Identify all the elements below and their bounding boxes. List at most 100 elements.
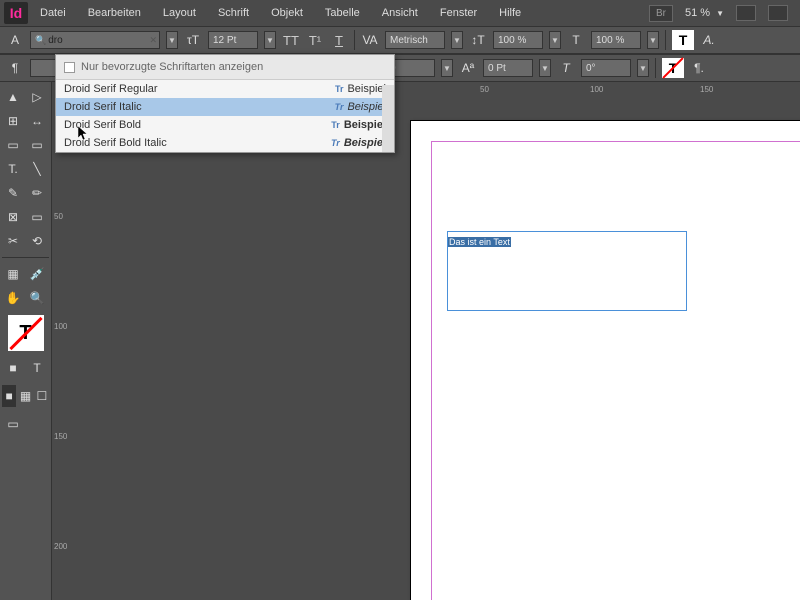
selection-tool[interactable]: ▲ [2,86,24,108]
screen-mode-icon[interactable] [736,5,756,21]
baseline-dropdown[interactable]: ▼ [539,59,551,77]
vertical-ruler: 50 100 150 200 [52,82,70,600]
menu-tabelle[interactable]: Tabelle [315,3,370,23]
apply-color-button[interactable]: ■ [2,385,16,407]
view-mode-button[interactable]: ▭ [2,413,24,435]
pen-tool[interactable]: ✎ [2,182,24,204]
baseline-field[interactable]: 0 Pt [483,59,533,77]
app-icon: Id [4,2,28,24]
arrange-icon[interactable] [768,5,788,21]
font-preview-text: Beispiel [344,119,386,131]
font-preview-text: Beispiel [347,101,386,113]
search-icon: 🔍 [35,35,46,46]
menu-layout[interactable]: Layout [153,3,206,23]
character-formatting-icon[interactable]: A [6,31,24,49]
fill-swatch[interactable]: T [672,30,694,50]
kerning-icon: VA [361,31,379,49]
content-placer-tool[interactable]: ▭ [26,134,48,156]
underline-button[interactable]: T [330,33,348,48]
vruler-mark: 50 [54,212,63,221]
bridge-button[interactable]: Br [649,5,673,22]
favorites-checkbox[interactable] [64,62,75,73]
para-style-icon[interactable]: ¶. [690,59,708,77]
font-family-field[interactable]: 🔍 dro ✕ [30,31,160,49]
apply-fill-button[interactable]: ■ [2,357,24,379]
fill-stroke-swatch[interactable]: T [8,315,44,351]
apply-gradient-button[interactable]: ▦ [18,385,32,407]
canvas-area[interactable]: 50 100 150 200 Das ist ein Text [70,82,800,600]
kerning-dropdown[interactable]: ▼ [451,31,463,49]
kerning-field[interactable]: Metrisch [385,31,445,49]
rectangle-tool[interactable]: ▭ [26,206,48,228]
clear-icon[interactable]: ✕ [149,35,157,46]
vruler-mark: 200 [54,542,67,551]
font-list-scrollbar[interactable] [382,85,394,152]
favorites-filter-row[interactable]: Nur bevorzugte Schriftarten anzeigen [56,55,394,80]
font-item[interactable]: Droid Serif Regular TrBeispiel [56,80,394,98]
font-item[interactable]: Droid Serif Bold Italic TrBeispiel [56,134,394,152]
char-style-icon[interactable]: A. [700,31,718,49]
hruler-mark: 50 [480,85,489,94]
apply-text-button[interactable]: T [26,357,48,379]
page-tool[interactable]: ⊞ [2,110,24,132]
font-preview-text: Beispiel [347,83,386,95]
font-item[interactable]: Droid Serif Italic TrBeispiel [56,98,394,116]
document-page[interactable]: Das ist ein Text [410,120,800,600]
hscale-field[interactable]: 100 % [493,31,543,49]
skew-dropdown[interactable]: ▼ [637,59,649,77]
font-name: Droid Serif Regular [64,83,335,95]
text-frame[interactable]: Das ist ein Text [447,231,687,311]
truetype-icon: Tr [335,102,344,112]
hruler-mark: 150 [700,85,713,94]
scissors-tool[interactable]: ✂ [2,230,24,252]
menu-datei[interactable]: Datei [30,3,76,23]
font-family-dropdown[interactable]: ▼ [166,31,178,49]
menu-schrift[interactable]: Schrift [208,3,259,23]
menu-bearbeiten[interactable]: Bearbeiten [78,3,151,23]
font-size-field[interactable]: 12 Pt [208,31,258,49]
type-tool[interactable]: T. [2,158,24,180]
skew-field[interactable]: 0° [581,59,631,77]
tracking-dropdown[interactable]: ▼ [441,59,453,77]
toolbox: ▲▷ ⊞↔ ▭▭ T.╲ ✎✏ ⊠▭ ✂⟲ ▦💉 ✋🔍 T ■T ■▦☐ ▭ [0,82,52,600]
menu-objekt[interactable]: Objekt [261,3,313,23]
font-item[interactable]: Droid Serif Bold TrBeispiel [56,116,394,134]
margin-guides [431,141,800,600]
vscale-dropdown[interactable]: ▼ [647,31,659,49]
menu-fenster[interactable]: Fenster [430,3,487,23]
truetype-icon: Tr [331,120,340,130]
paragraph-formatting-icon[interactable]: ¶ [6,59,24,77]
eyedropper-tool[interactable]: 💉 [26,263,48,285]
stroke-swatch[interactable]: T [662,58,684,78]
vscale-icon: T [567,31,585,49]
favorites-label: Nur bevorzugte Schriftarten anzeigen [81,61,263,73]
font-preview-text: Beispiel [344,137,386,149]
menu-ansicht[interactable]: Ansicht [372,3,428,23]
hand-tool[interactable]: ✋ [2,287,24,309]
hscale-dropdown[interactable]: ▼ [549,31,561,49]
direct-selection-tool[interactable]: ▷ [26,86,48,108]
rectangle-frame-tool[interactable]: ⊠ [2,206,24,228]
zoom-tool[interactable]: 🔍 [26,287,48,309]
pencil-tool[interactable]: ✏ [26,182,48,204]
hruler-mark: 100 [590,85,603,94]
font-name: Droid Serif Italic [64,101,335,113]
gradient-swatch-tool[interactable]: ▦ [2,263,24,285]
font-size-dropdown[interactable]: ▼ [264,31,276,49]
separator [655,58,656,78]
transform-tool[interactable]: ⟲ [26,230,48,252]
line-tool[interactable]: ╲ [26,158,48,180]
apply-none-button[interactable]: ☐ [35,385,49,407]
font-size-icon: τT [184,31,202,49]
gap-tool[interactable]: ↔ [26,110,48,132]
menu-hilfe[interactable]: Hilfe [489,3,531,23]
allcaps-button[interactable]: TT [282,33,300,48]
menubar: Id Datei Bearbeiten Layout Schrift Objek… [0,0,800,26]
vruler-mark: 150 [54,432,67,441]
vscale-field[interactable]: 100 % [591,31,641,49]
selected-text[interactable]: Das ist ein Text [448,237,511,247]
content-collector-tool[interactable]: ▭ [2,134,24,156]
superscript-button[interactable]: T¹ [306,33,324,48]
zoom-level[interactable]: 51 %▼ [685,7,724,19]
font-name: Droid Serif Bold Italic [64,137,331,149]
